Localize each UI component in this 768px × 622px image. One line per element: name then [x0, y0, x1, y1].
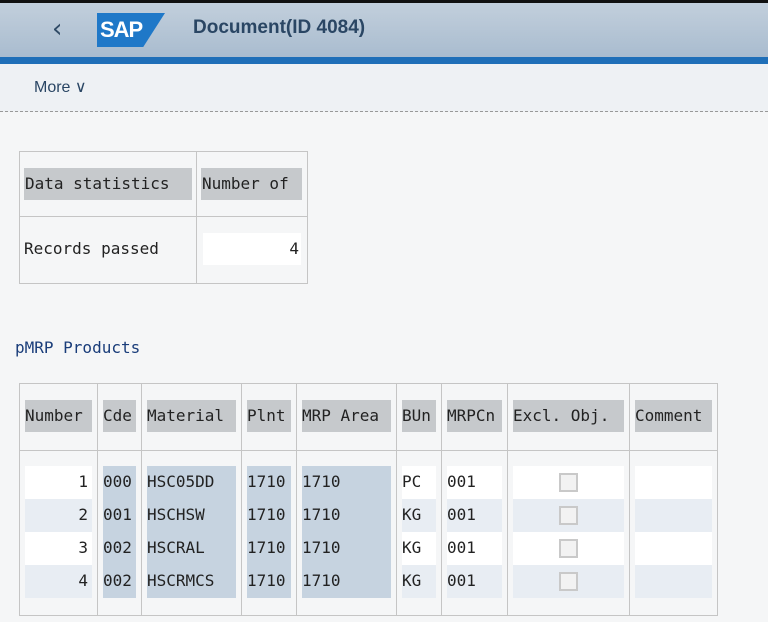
cell-comment[interactable] [635, 499, 712, 532]
cell-mrpcn[interactable]: 001 [447, 565, 502, 598]
cell-plnt[interactable]: 1710 [247, 499, 291, 532]
page-title: Document(ID 4084) [193, 17, 366, 38]
cell-area[interactable]: 1710 [302, 499, 391, 532]
cell-material[interactable]: HSC05DD [147, 466, 236, 499]
header-stripe [0, 57, 768, 64]
stats-header: Number of [201, 168, 302, 200]
back-button[interactable]: ‹ [52, 14, 62, 44]
cell-mrpcn[interactable]: 001 [447, 532, 502, 565]
more-menu-button[interactable]: More ∨ [34, 77, 87, 97]
cell-excl [513, 499, 624, 532]
cell-bun[interactable]: KG [402, 565, 436, 598]
exclude-checkbox[interactable] [558, 539, 578, 558]
column-header-number[interactable]: Number [25, 400, 92, 432]
cell-number[interactable]: 1 [25, 466, 92, 499]
section-title: pMRP Products [15, 338, 141, 357]
column-header-comment[interactable]: Comment [635, 400, 712, 432]
cell-area[interactable]: 1710 [302, 532, 391, 565]
cell-bun[interactable]: KG [402, 499, 436, 532]
stats-header: Data statistics [24, 168, 192, 200]
cell-excl [513, 565, 624, 598]
exclude-checkbox[interactable] [558, 506, 578, 525]
cell-cde[interactable]: 000 [103, 466, 136, 499]
column-header-cde[interactable]: Cde [103, 400, 136, 432]
cell-comment[interactable] [635, 532, 712, 565]
exclude-checkbox[interactable] [558, 473, 578, 492]
cell-material[interactable]: HSCRMCS [147, 565, 236, 598]
column-header-mrpcn[interactable]: MRPCn [447, 400, 502, 432]
cell-material[interactable]: HSCHSW [147, 499, 236, 532]
column-header-bun[interactable]: BUn [402, 400, 436, 432]
cell-mrpcn[interactable]: 001 [447, 499, 502, 532]
cell-bun[interactable]: KG [402, 532, 436, 565]
column-header-area[interactable]: MRP Area [302, 400, 391, 432]
cell-comment[interactable] [635, 466, 712, 499]
cell-excl [513, 532, 624, 565]
toolbar: More ∨ [0, 64, 768, 112]
column-header-material[interactable]: Material [147, 400, 236, 432]
records-passed-label: Records passed [24, 239, 159, 258]
cell-bun[interactable]: PC [402, 466, 436, 499]
column-header-plnt[interactable]: Plnt [247, 400, 291, 432]
cell-plnt[interactable]: 1710 [247, 466, 291, 499]
cell-number[interactable]: 2 [25, 499, 92, 532]
cell-number[interactable]: 3 [25, 532, 92, 565]
cell-cde[interactable]: 002 [103, 532, 136, 565]
records-passed-value: 4 [203, 233, 301, 265]
cell-number[interactable]: 4 [25, 565, 92, 598]
cell-cde[interactable]: 001 [103, 499, 136, 532]
cell-excl [513, 466, 624, 499]
cell-plnt[interactable]: 1710 [247, 532, 291, 565]
cell-area[interactable]: 1710 [302, 565, 391, 598]
cell-material[interactable]: HSCRAL [147, 532, 236, 565]
cell-cde[interactable]: 002 [103, 565, 136, 598]
cell-area[interactable]: 1710 [302, 466, 391, 499]
cell-plnt[interactable]: 1710 [247, 565, 291, 598]
column-header-excl[interactable]: Excl. Obj. [513, 400, 624, 432]
cell-comment[interactable] [635, 565, 712, 598]
exclude-checkbox[interactable] [558, 572, 578, 591]
cell-mrpcn[interactable]: 001 [447, 466, 502, 499]
